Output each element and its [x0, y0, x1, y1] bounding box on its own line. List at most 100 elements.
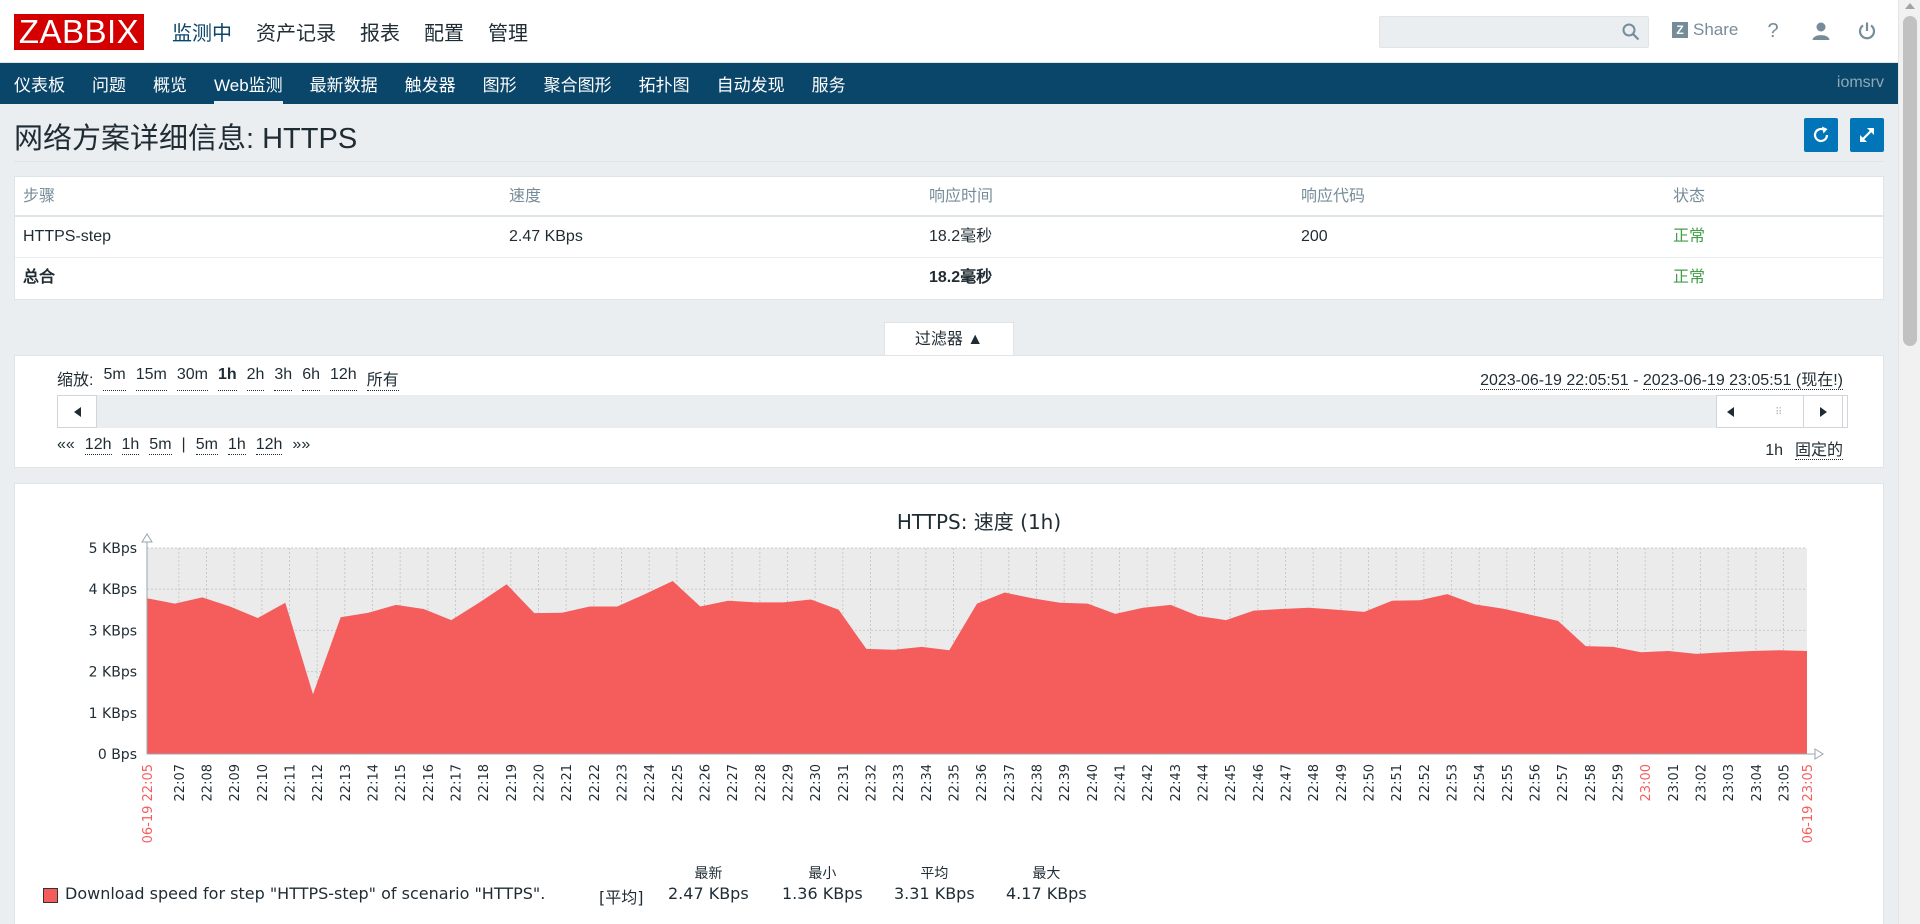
x-tick-label: 22:31 [837, 764, 852, 801]
zoom-option-2[interactable]: 30m [176, 366, 208, 391]
x-tick-label: 22:58 [1584, 764, 1599, 801]
speed-graph: HTTPS: 速度 (1h) 0 Bps 1 KBps 2 KBps 3 KBps 4 K… [89, 510, 1824, 843]
refresh-button[interactable] [1804, 118, 1838, 152]
subnav-item-4[interactable]: 最新数据 [310, 63, 378, 104]
x-tick-label: 22:12 [311, 764, 326, 801]
x-tick-label: 22:10 [256, 764, 271, 801]
x-tick-label: 22:27 [726, 764, 741, 801]
zoom-option-4[interactable]: 2h [246, 366, 265, 391]
x-tick-label: 22:17 [449, 764, 464, 801]
scroll-up-icon[interactable] [1905, 3, 1915, 9]
x-start-label: 06-19 22:05 [141, 764, 156, 843]
header-response-time: 响应时间 [929, 188, 994, 205]
zoom-option-5[interactable]: 3h [274, 366, 293, 391]
x-tick-label: 22:44 [1196, 764, 1211, 801]
zoom-option-3[interactable]: 1h [217, 366, 237, 391]
x-tick-label: 22:56 [1528, 764, 1543, 801]
share-button[interactable]: Z Share [1672, 20, 1738, 40]
legend-min-header: 最小 [808, 866, 837, 882]
arrow-left-icon [73, 406, 81, 417]
subnav-item-8[interactable]: 拓扑图 [639, 63, 690, 104]
timeline-back-button[interactable] [57, 395, 97, 428]
shift-forward-2[interactable]: 12h [255, 436, 283, 455]
legend-last: 最新 2.47 KBps [668, 864, 749, 904]
x-tick-label: 22:51 [1390, 764, 1405, 801]
subnav-item-1[interactable]: 问题 [92, 63, 126, 104]
x-tick-label: 22:14 [366, 764, 381, 801]
x-tick-label: 22:29 [781, 764, 796, 801]
zoom-option-7[interactable]: 12h [330, 366, 357, 391]
search-input[interactable] [1379, 16, 1649, 48]
step-response-time: 18.2毫秒 [929, 228, 993, 245]
zoom-option-0[interactable]: 5m [103, 366, 126, 391]
legend-min: 最小 1.36 KBps [782, 864, 863, 904]
sign-out-icon[interactable] [1854, 18, 1880, 44]
filter-tab[interactable]: 过滤器 ▲ [884, 322, 1014, 356]
shift-back-1[interactable]: 1h [121, 436, 140, 455]
x-tick-label: 22:25 [671, 764, 686, 801]
subnav-item-0[interactable]: 仪表板 [14, 63, 65, 104]
x-tick-label: 22:42 [1141, 764, 1156, 801]
menu-reports[interactable]: 报表 [360, 9, 400, 54]
fullscreen-icon [1860, 128, 1874, 142]
graph-panel: HTTPS: 速度 (1h) 0 Bps 1 KBps 2 KBps 3 KBps 4 K… [14, 483, 1884, 924]
menu-administration[interactable]: 管理 [488, 9, 528, 54]
x-tick-label: 22:34 [920, 764, 935, 801]
subnav-item-7[interactable]: 聚合图形 [544, 63, 612, 104]
x-tick-label: 22:50 [1362, 764, 1377, 801]
period-mode[interactable]: 固定的 [1794, 442, 1843, 460]
period-value: 1h [1765, 442, 1783, 459]
shift-forward-0[interactable]: 5m [195, 436, 218, 455]
x-tick-label: 22:16 [422, 764, 437, 801]
y-tick-label: 0 Bps [98, 747, 137, 763]
zabbix-logo[interactable]: ZABBIX [14, 14, 144, 50]
user-profile-icon[interactable] [1808, 18, 1834, 44]
zoom-option-6[interactable]: 6h [302, 366, 320, 391]
x-tick-label: 22:57 [1556, 764, 1571, 801]
subnav-item-6[interactable]: 图形 [483, 63, 517, 104]
y-tick-label: 4 KBps [89, 582, 137, 598]
shift-back-icon: «« [57, 436, 75, 453]
zoom-option-8[interactable]: 所有 [366, 366, 399, 391]
timeline-slider[interactable]: ⠿ [57, 395, 1848, 428]
chart-title: HTTPS: 速度 (1h) [897, 510, 1061, 534]
zoom-option-1[interactable]: 15m [135, 366, 167, 391]
legend-function: [平均] [599, 888, 644, 907]
x-tick-label: 22:32 [864, 764, 879, 801]
x-tick-label: 22:07 [173, 764, 188, 801]
help-icon[interactable]: ? [1760, 18, 1786, 44]
subnav-item-2[interactable]: 概览 [153, 63, 187, 104]
total-label: 总合 [23, 269, 56, 286]
x-axis-arrow [1814, 748, 1824, 760]
range-to[interactable]: 2023-06-19 23:05:51 (现在!) [1642, 372, 1843, 390]
header-status: 状态 [1673, 188, 1706, 205]
menu-monitoring[interactable]: 监测中 [172, 9, 232, 54]
subnav-item-10[interactable]: 服务 [812, 63, 846, 104]
x-tick-label: 22:38 [1030, 764, 1045, 801]
scrollbar-thumb[interactable] [1903, 16, 1917, 346]
subnav-item-5[interactable]: 触发器 [405, 63, 456, 104]
subnav-item-9[interactable]: 自动发现 [717, 63, 785, 104]
menu-configuration[interactable]: 配置 [424, 9, 464, 54]
shift-separator: | [181, 436, 186, 453]
page-scrollbar[interactable] [1898, 0, 1920, 924]
shift-forward-1[interactable]: 1h [227, 436, 246, 455]
menu-inventory[interactable]: 资产记录 [256, 9, 336, 54]
timeline-forward-button[interactable] [1803, 395, 1843, 428]
x-tick-label: 22:59 [1611, 764, 1626, 801]
handle-left-icon[interactable] [1727, 407, 1734, 417]
legend-max-value: 4.17 KBps [1006, 884, 1087, 903]
shift-back-0[interactable]: 12h [84, 436, 112, 455]
fullscreen-button[interactable] [1850, 118, 1884, 152]
page-title: 网络方案详细信息: HTTPS [14, 123, 358, 155]
range-from[interactable]: 2023-06-19 22:05:51 [1480, 372, 1629, 390]
shift-back-2[interactable]: 5m [149, 436, 172, 455]
header-response-code: 响应代码 [1301, 188, 1366, 205]
search-icon[interactable] [1622, 23, 1640, 41]
x-tick-label: 22:08 [200, 764, 215, 801]
x-tick-label: 22:26 [698, 764, 713, 801]
subnav-item-3[interactable]: Web监测 [214, 63, 283, 104]
time-range: 2023-06-19 22:05:51 - 2023-06-19 23:05:5… [1480, 366, 1843, 390]
refresh-icon [1813, 126, 1829, 143]
legend-avg: 平均 3.31 KBps [894, 864, 975, 904]
